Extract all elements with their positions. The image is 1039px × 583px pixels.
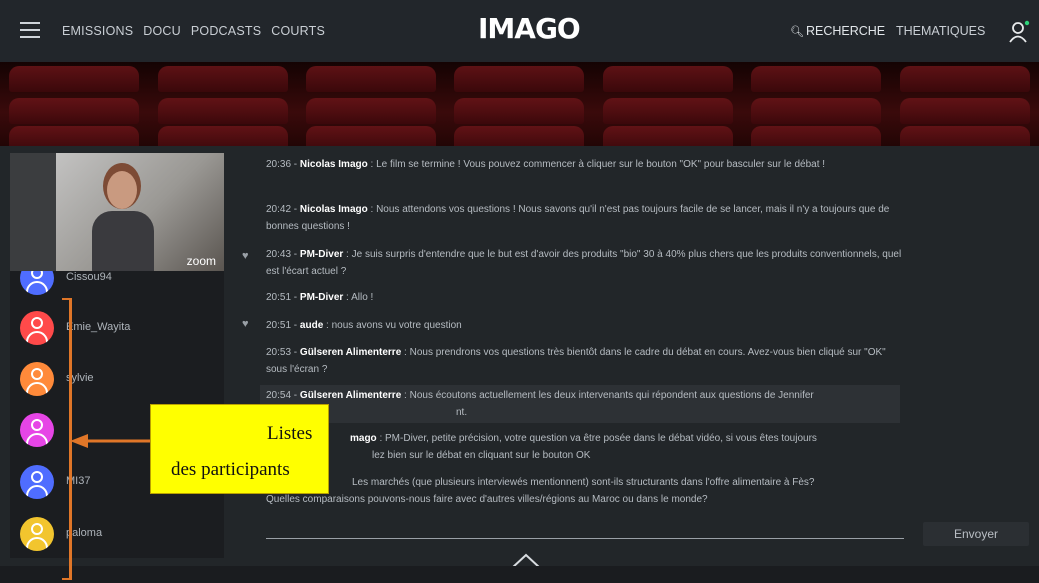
participant-name: Cissou94 [66,271,112,283]
speaker-figure [92,171,154,271]
nav-item-emissions[interactable]: EMISSIONS [62,24,133,38]
video-feed[interactable]: zoom [10,153,224,271]
search-icon: 🔍︎ [790,26,804,38]
site-logo[interactable]: IMAGO [478,12,581,45]
participant-name: Emie_Wayita [66,321,131,333]
chat-message: Les marchés (que plusieurs interviewés m… [266,477,815,505]
avatar [20,413,54,447]
callout-line-2: des participants [171,459,290,480]
avatar [20,465,54,499]
bottom-strip [0,566,1039,583]
chat-message: 20:42 - Nicolas Imago : Nous attendons v… [266,204,890,232]
avatar [20,362,54,396]
chat-message-highlighted: 20:54 - Gülseren Alimenterre : Nous écou… [260,385,900,423]
cinema-banner [0,62,1039,146]
nav-item-docu[interactable]: DOCU [143,24,181,38]
video-label: zoom [186,254,216,268]
avatar [20,517,54,551]
chat-input[interactable] [266,538,904,539]
message-author: aude [299,320,324,331]
message-author: Gülseren Alimenterre [299,347,402,358]
avatar [20,311,54,345]
chat-message: mago : PM-Diver, petite précision, votre… [350,433,817,461]
chat-message: 20:51 - PM-Diver : Allo ! [266,292,374,303]
message-author: PM-Diver [299,292,344,303]
callout-line-1: Listes [267,423,313,444]
avatar [20,271,54,295]
nav-item-podcasts[interactable]: PODCASTS [191,24,261,38]
main-area: zoom Cissou94 Emie_Wayita sylvie MI37 pa… [0,146,1039,583]
nav-item-thematiques[interactable]: THEMATIQUES [896,24,985,38]
annotation-arrow [70,434,156,448]
send-button[interactable]: Envoyer [923,522,1029,546]
search-link[interactable]: 🔍︎ RECHERCHE [790,24,885,38]
message-author: Gülseren Alimenterre [299,390,402,401]
message-author: Nicolas Imago [299,204,368,215]
menu-icon[interactable] [20,22,40,38]
message-author: PM-Diver [299,249,344,260]
chat-message: 20:43 - PM-Diver : Je suis surpris d'ent… [266,249,902,277]
chat-message: 20:53 - Gülseren Alimenterre : Nous pren… [266,347,886,375]
user-icon[interactable] [1008,20,1030,44]
nav-item-courts[interactable]: COURTS [271,24,325,38]
annotation-callout: Listes des participants [150,404,329,494]
message-author: mago [350,433,377,444]
message-author: Nicolas Imago [299,159,368,170]
chat-panel: 20:36 - Nicolas Imago : Le film se termi… [240,146,910,546]
heart-icon[interactable]: ♥ [242,318,249,330]
heart-icon[interactable]: ♥ [242,250,249,262]
nav-menu: EMISSIONS DOCU PODCASTS COURTS [62,24,325,38]
search-label: RECHERCHE [805,24,886,38]
chat-message: 20:36 - Nicolas Imago : Le film se termi… [266,159,826,170]
chat-message: 20:51 - aude : nous avons vu votre quest… [266,320,462,331]
top-navigation: EMISSIONS DOCU PODCASTS COURTS IMAGO 🔍︎ R… [0,0,1039,62]
